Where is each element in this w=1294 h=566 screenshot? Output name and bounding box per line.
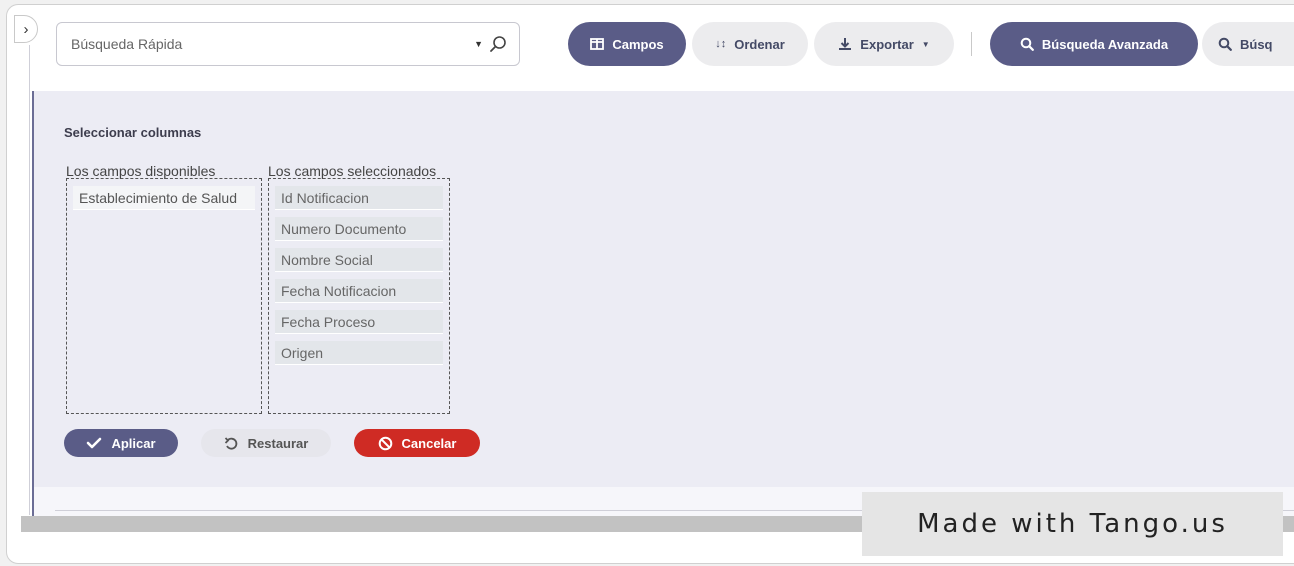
sidebar-border [29,45,30,515]
campos-button[interactable]: Campos [568,22,686,66]
exportar-label: Exportar [860,36,914,52]
quick-search-box[interactable]: ▼ [56,22,520,66]
caret-down-icon[interactable]: ▼ [474,39,483,49]
quick-search-input[interactable] [71,36,475,52]
apply-label: Aplicar [111,435,156,451]
busqueda-avanzada-button[interactable]: Búsqueda Avanzada [990,22,1198,66]
download-icon [838,37,852,51]
sort-icon: ↓↕ [715,38,727,50]
list-item[interactable]: Nombre Social [275,248,443,272]
exportar-button[interactable]: Exportar ▼ [814,22,954,66]
toolbar-divider [971,32,972,56]
apply-button[interactable]: Aplicar [64,429,178,457]
search-icon[interactable] [489,35,507,53]
cancel-label: Cancelar [401,435,457,451]
search-icon [1218,37,1232,51]
expand-sidebar-button[interactable]: › [14,15,38,43]
list-item[interactable]: Origen [275,341,443,365]
chevron-right-icon: › [23,20,29,38]
columns-icon [590,38,605,50]
search-icon [1020,37,1034,51]
app-frame: › ▼ Campos ↓↕ Ordenar Exportar ▼ Búsqued… [6,4,1294,564]
undo-icon [224,436,239,451]
cancel-button[interactable]: Cancelar [354,429,480,457]
busqueda-label: Búsq [1240,36,1273,52]
restore-label: Restaurar [247,435,309,451]
column-selector-title: Seleccionar columnas [64,125,202,140]
tango-watermark: Made with Tango.us [862,492,1283,556]
available-fields-label: Los campos disponibles [66,163,216,179]
list-item[interactable]: Establecimiento de Salud [73,186,255,210]
busqueda-avanzada-label: Búsqueda Avanzada [1041,36,1169,52]
busqueda-button[interactable]: Búsq [1202,22,1294,66]
ordenar-label: Ordenar [734,36,785,52]
campos-label: Campos [612,36,664,52]
restore-button[interactable]: Restaurar [201,429,331,457]
check-icon [86,437,102,449]
ban-icon [378,436,393,451]
list-item[interactable]: Id Notificacion [275,186,443,210]
list-item[interactable]: Fecha Notificacion [275,279,443,303]
selected-fields-list[interactable]: Id Notificacion Numero Documento Nombre … [268,178,450,414]
available-fields-list[interactable]: Establecimiento de Salud [66,178,262,414]
list-item[interactable]: Fecha Proceso [275,310,443,334]
caret-down-icon: ▼ [921,39,930,49]
ordenar-button[interactable]: ↓↕ Ordenar [692,22,808,66]
selected-fields-label: Los campos seleccionados [268,163,437,179]
list-item[interactable]: Numero Documento [275,217,443,241]
